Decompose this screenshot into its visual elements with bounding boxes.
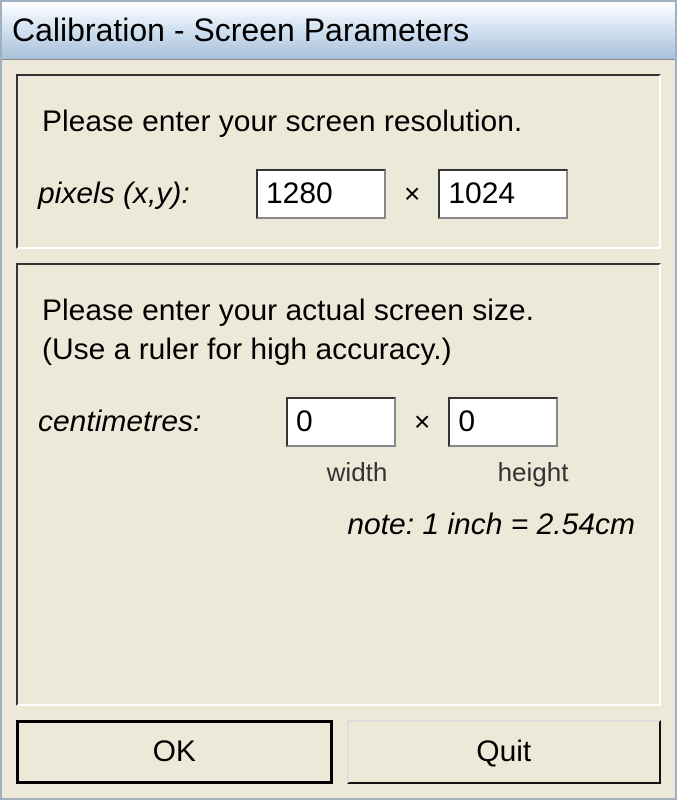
sublabel-row: width height [38, 457, 639, 488]
button-row: OK Quit [16, 720, 661, 784]
resolution-row: pixels (x,y): × [38, 169, 639, 219]
pixels-x-input[interactable] [256, 169, 386, 219]
resolution-group: Please enter your screen resolution. pix… [16, 74, 661, 249]
window-titlebar: Calibration - Screen Parameters [2, 2, 675, 60]
screensize-prompt-line2: (Use a ruler for high accuracy.) [42, 333, 452, 366]
height-input[interactable] [448, 397, 558, 447]
conversion-note: note: 1 inch = 2.54cm [38, 508, 635, 542]
pixels-label: pixels (x,y): [38, 177, 238, 211]
dialog-content: Please enter your screen resolution. pix… [2, 60, 675, 798]
centimetres-label: centimetres: [38, 405, 268, 439]
width-sublabel: width [292, 457, 422, 488]
ok-button-label: OK [25, 735, 324, 769]
times-separator-2: × [414, 406, 430, 438]
window-title: Calibration - Screen Parameters [12, 12, 469, 49]
screensize-prompt: Please enter your actual screen size. (U… [42, 291, 639, 369]
pixels-y-input[interactable] [438, 169, 568, 219]
screensize-prompt-line1: Please enter your actual screen size. [42, 294, 534, 327]
calibration-dialog: Calibration - Screen Parameters Please e… [0, 0, 677, 800]
times-separator: × [404, 178, 420, 210]
width-input[interactable] [286, 397, 396, 447]
resolution-prompt: Please enter your screen resolution. [42, 102, 639, 141]
height-sublabel: height [478, 457, 588, 488]
ok-button[interactable]: OK [16, 720, 333, 784]
quit-button[interactable]: Quit [347, 720, 662, 784]
screensize-group: Please enter your actual screen size. (U… [16, 263, 661, 706]
screensize-row: centimetres: × [38, 397, 639, 447]
